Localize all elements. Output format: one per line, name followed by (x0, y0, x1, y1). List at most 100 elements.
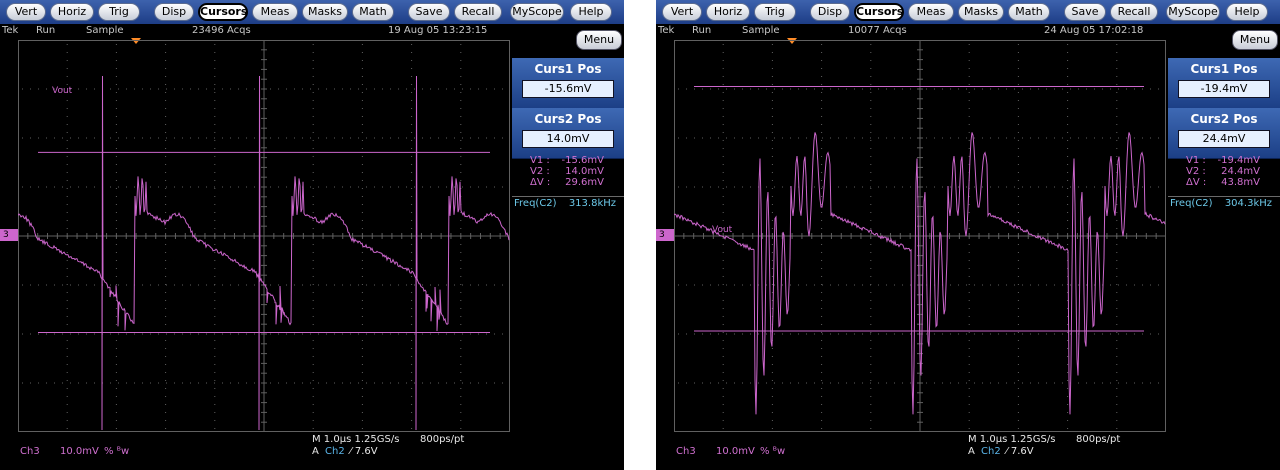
coupling-icon: % ᴮw (104, 446, 130, 457)
vert-button[interactable]: Vert (6, 3, 46, 21)
curs2-pos-panel[interactable]: Curs2 Pos 24.4mV (1168, 108, 1280, 159)
freq-value: 304.3kHz (1224, 198, 1272, 209)
freq-label: Freq(C2) (1170, 198, 1213, 209)
vertical-scale: 10.0mV (716, 446, 755, 457)
trigger-a-label: A (968, 446, 975, 457)
curs1-pos-value[interactable]: -15.6mV (522, 80, 614, 98)
curs1-pos-title: Curs1 Pos (534, 62, 602, 76)
coupling-icon: % ᴮw (760, 446, 786, 457)
frequency-readout: Freq(C2) 304.3kHz (1168, 196, 1280, 211)
curs2-pos-panel[interactable]: Curs2 Pos 14.0mV (512, 108, 624, 159)
horiz-button[interactable]: Horiz (50, 3, 94, 21)
date-time: 19 Aug 05 13:23:15 (388, 25, 488, 36)
disp-button[interactable]: Disp (810, 3, 850, 21)
brand-label: Tek (2, 25, 19, 36)
curs2-pos-value[interactable]: 24.4mV (1178, 130, 1270, 148)
vertical-scale: 10.0mV (60, 446, 99, 457)
help-button[interactable]: Help (1226, 3, 1268, 21)
graticule: Vout (674, 40, 1166, 432)
date-time: 24 Aug 05 17:02:18 (1044, 25, 1144, 36)
oscilloscope-screen-right: Vert Horiz Trig Disp Cursors Meas Masks … (656, 0, 1280, 470)
trigger-source: Ch2 (325, 446, 345, 457)
waveform-display: Vout (674, 40, 1166, 432)
bottom-status: Ch3 10.0mV % ᴮw M 1.0µs 1.25GS/s 800ps/p… (0, 432, 624, 470)
math-button[interactable]: Math (1008, 3, 1050, 21)
menu-bar: Vert Horiz Trig Disp Cursors Meas Masks … (656, 0, 1280, 24)
acq-mode: Sample (86, 25, 124, 36)
curs1-pos-value[interactable]: -19.4mV (1178, 80, 1270, 98)
meas-button[interactable]: Meas (252, 3, 298, 21)
timebase: M 1.0µs 1.25GS/s (968, 434, 1056, 445)
myscope-button[interactable]: MyScope (510, 3, 564, 21)
v2-label: V2 : (1186, 166, 1206, 177)
freq-value: 313.8kHz (568, 198, 616, 209)
channel-marker: 3 (656, 229, 674, 241)
cursors-button[interactable]: Cursors (854, 3, 904, 21)
sample-interval: 800ps/pt (1076, 434, 1121, 445)
frequency-readout: Freq(C2) 313.8kHz (512, 196, 624, 211)
delta-v-label: ΔV : (530, 177, 551, 188)
channel-marker: 3 (0, 229, 18, 241)
menu-button[interactable]: Menu (576, 30, 622, 50)
acq-count: 10077 Acqs (848, 25, 907, 36)
masks-button[interactable]: Masks (302, 3, 348, 21)
trig-button[interactable]: Trig (754, 3, 796, 21)
recall-button[interactable]: Recall (1110, 3, 1158, 21)
menu-bar: Vert Horiz Trig Disp Cursors Meas Masks … (0, 0, 624, 24)
v2-label: V2 : (530, 166, 550, 177)
trace-label: Vout (52, 86, 73, 96)
cursor-readouts: V1 : -19.4mV V2 : 24.4mV ΔV : 43.8mV (1172, 155, 1280, 188)
curs2-pos-title: Curs2 Pos (1190, 112, 1258, 126)
myscope-button[interactable]: MyScope (1166, 3, 1220, 21)
cursor-readouts: V1 : -15.6mV V2 : 14.0mV ΔV : 29.6mV (516, 155, 624, 188)
status-bar: Tek Run Sample 23496 Acqs 19 Aug 05 13:2… (0, 24, 624, 38)
math-button[interactable]: Math (352, 3, 394, 21)
disp-button[interactable]: Disp (154, 3, 194, 21)
meas-button[interactable]: Meas (908, 3, 954, 21)
curs1-pos-panel[interactable]: Curs1 Pos -19.4mV (1168, 58, 1280, 109)
acq-mode: Sample (742, 25, 780, 36)
acq-count: 23496 Acqs (192, 25, 251, 36)
trigger-source: Ch2 (981, 446, 1001, 457)
save-button[interactable]: Save (1064, 3, 1106, 21)
delta-v-label: ΔV : (1186, 177, 1207, 188)
curs2-pos-value[interactable]: 14.0mV (522, 130, 614, 148)
trig-button[interactable]: Trig (98, 3, 140, 21)
v1-value: -19.4mV (1217, 155, 1260, 166)
graticule: Vout (18, 40, 510, 432)
curs1-pos-panel[interactable]: Curs1 Pos -15.6mV (512, 58, 624, 109)
curs1-pos-title: Curs1 Pos (1190, 62, 1258, 76)
v1-label: V1 : (1186, 155, 1206, 166)
run-state: Run (692, 25, 712, 36)
masks-button[interactable]: Masks (958, 3, 1004, 21)
channel-label: Ch3 (20, 446, 40, 457)
status-bar: Tek Run Sample 10077 Acqs 24 Aug 05 17:0… (656, 24, 1280, 38)
cursors-button[interactable]: Cursors (198, 3, 248, 21)
delta-v-value: 43.8mV (1221, 177, 1260, 188)
timebase: M 1.0µs 1.25GS/s (312, 434, 400, 445)
curs2-pos-title: Curs2 Pos (534, 112, 602, 126)
channel-label: Ch3 (676, 446, 696, 457)
v1-label: V1 : (530, 155, 550, 166)
menu-button[interactable]: Menu (1232, 30, 1278, 50)
trigger-level: ⁄ 7.6V (350, 446, 378, 457)
v2-value: 14.0mV (565, 166, 604, 177)
bottom-status: Ch3 10.0mV % ᴮw M 1.0µs 1.25GS/s 800ps/p… (656, 432, 1280, 470)
v2-value: 24.4mV (1221, 166, 1260, 177)
trigger-level: ⁄ 7.6V (1006, 446, 1034, 457)
trace-label: Vout (712, 225, 733, 235)
brand-label: Tek (658, 25, 675, 36)
sample-interval: 800ps/pt (420, 434, 465, 445)
waveform-display: Vout (18, 40, 510, 432)
recall-button[interactable]: Recall (454, 3, 502, 21)
delta-v-value: 29.6mV (565, 177, 604, 188)
help-button[interactable]: Help (570, 3, 612, 21)
trigger-a-label: A (312, 446, 319, 457)
freq-label: Freq(C2) (514, 198, 557, 209)
oscilloscope-screen-left: Vert Horiz Trig Disp Cursors Meas Masks … (0, 0, 624, 470)
v1-value: -15.6mV (561, 155, 604, 166)
horiz-button[interactable]: Horiz (706, 3, 750, 21)
vert-button[interactable]: Vert (662, 3, 702, 21)
run-state: Run (36, 25, 56, 36)
save-button[interactable]: Save (408, 3, 450, 21)
